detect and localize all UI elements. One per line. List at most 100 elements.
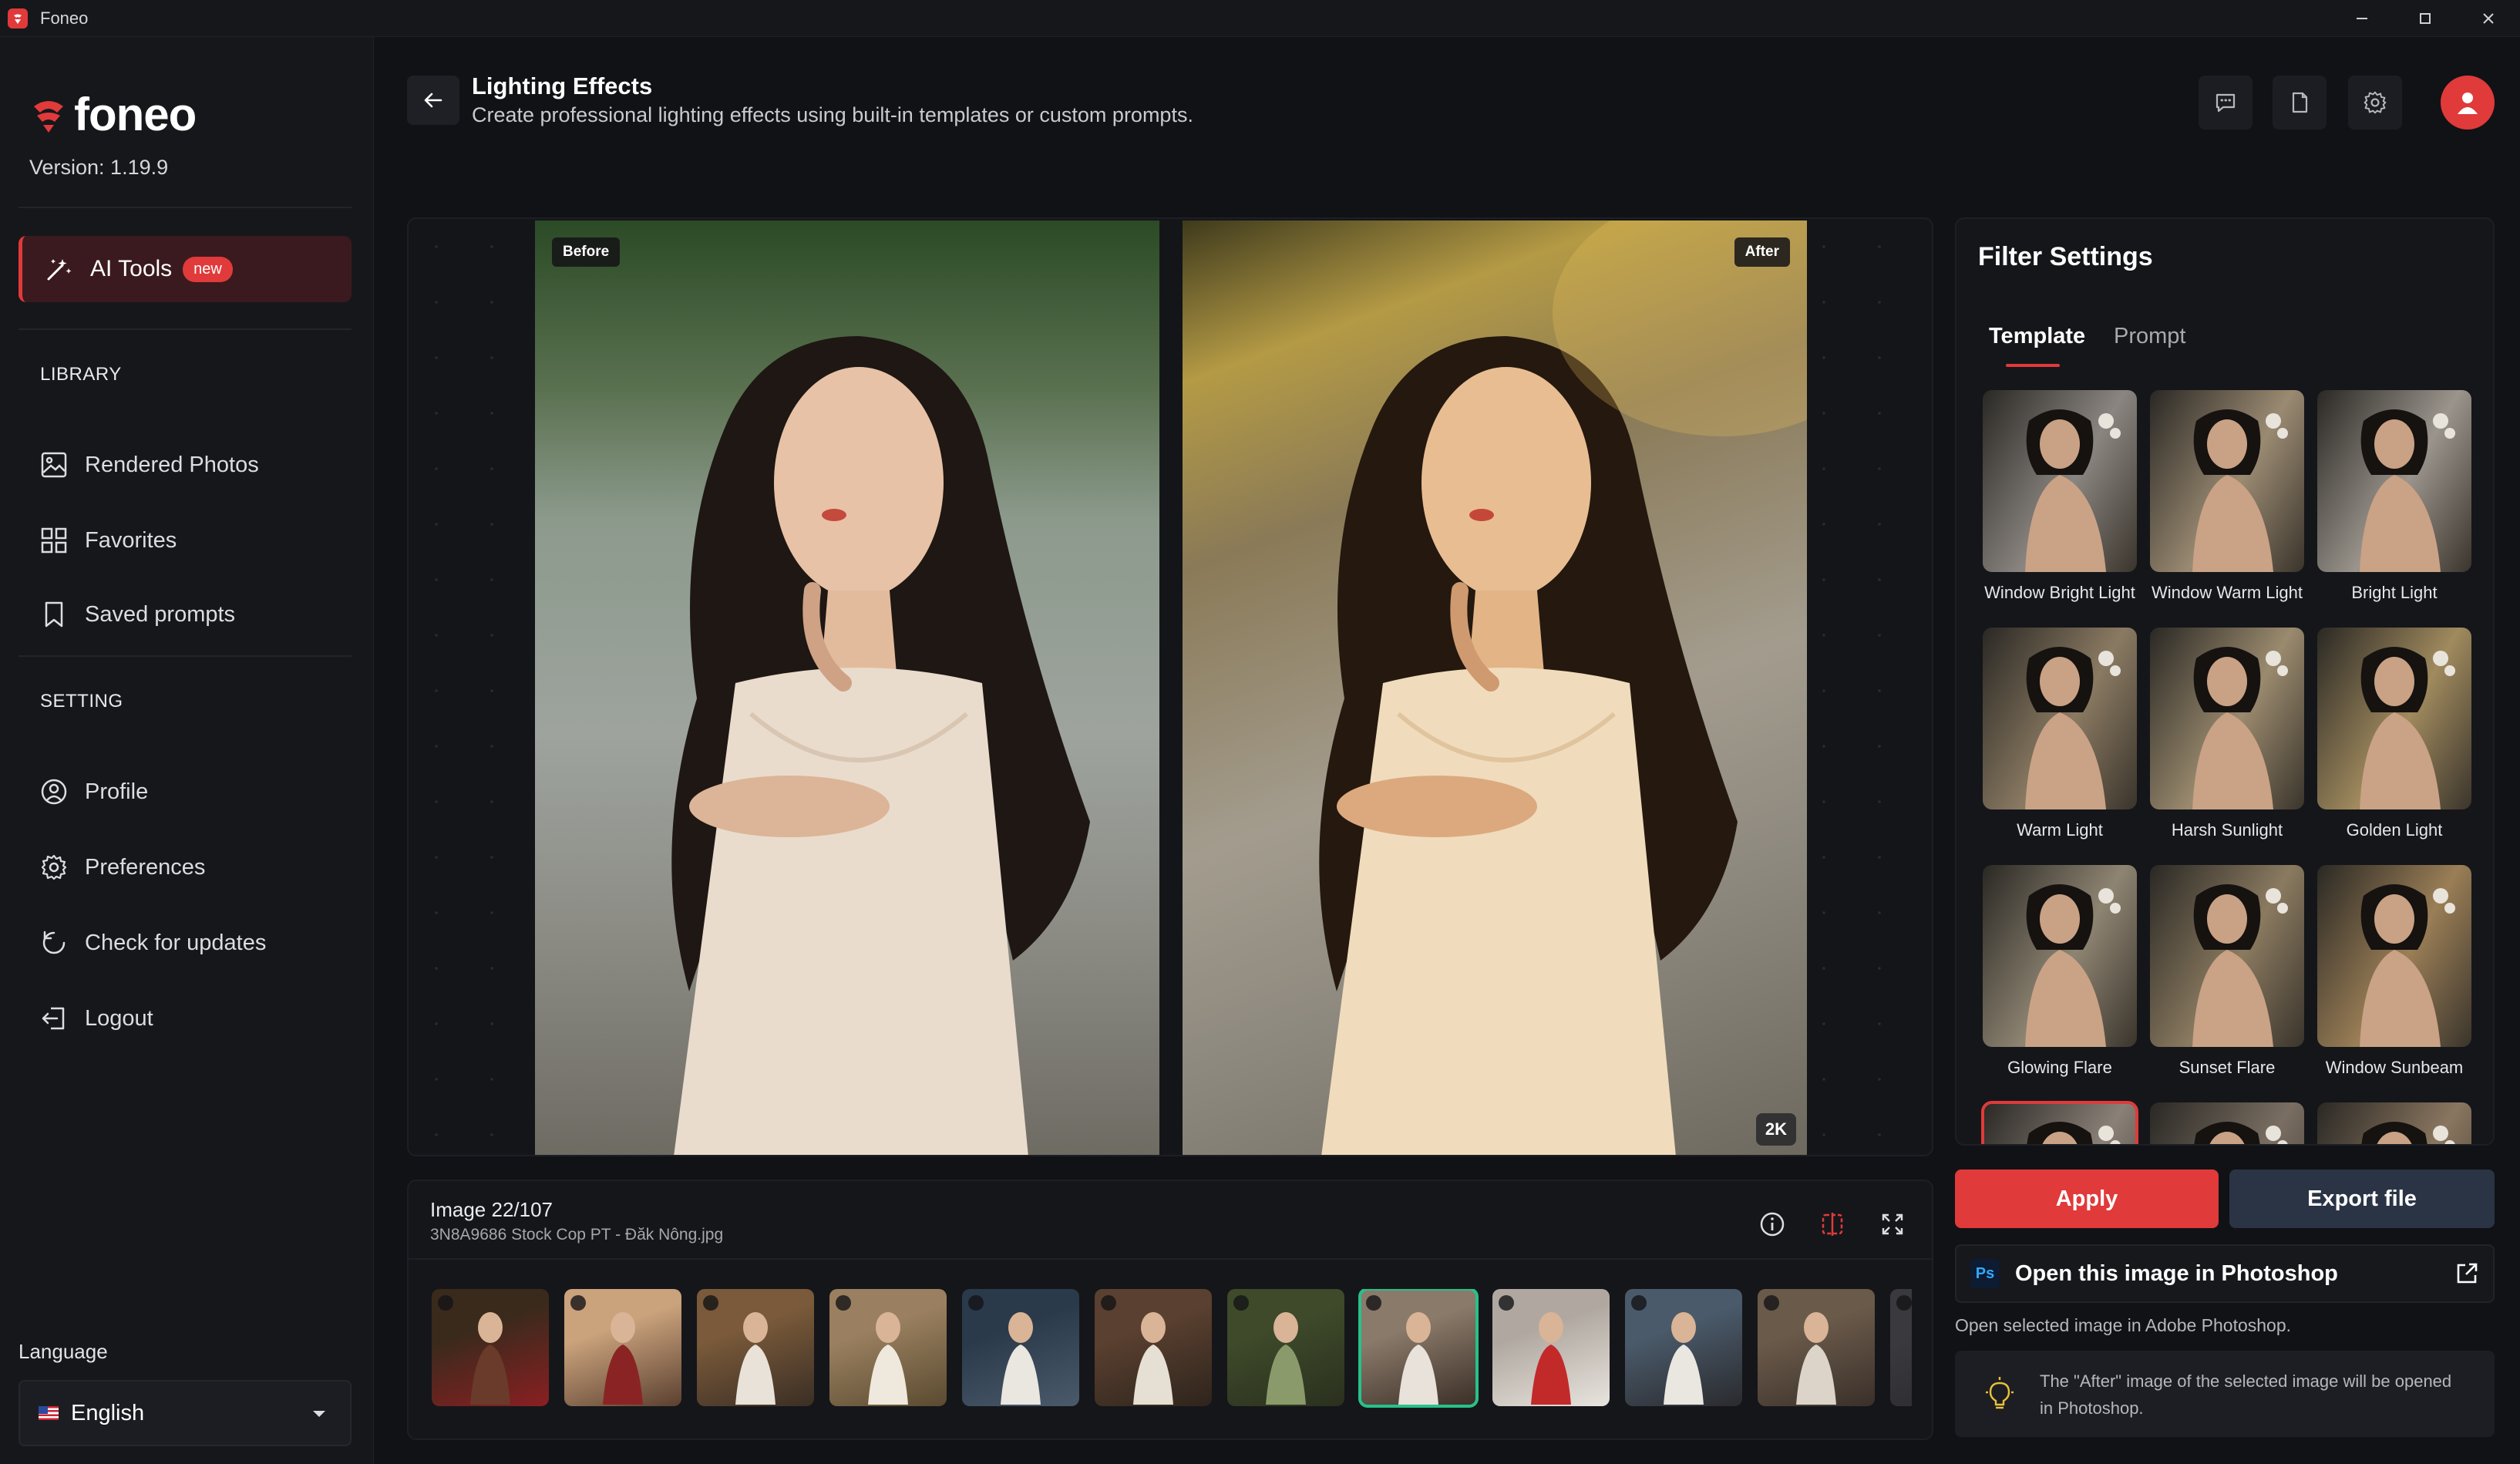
- sidebar-item-preferences[interactable]: Preferences: [40, 848, 205, 887]
- template-figure: [2025, 884, 2121, 1047]
- template-card[interactable]: Window Bright Light: [1983, 390, 2137, 603]
- edit-icon[interactable]: [1896, 1295, 1912, 1311]
- filmstrip-thumbnail[interactable]: [1227, 1289, 1344, 1406]
- split-view-icon: [1822, 1213, 1843, 1236]
- chevron-down-icon: [313, 1411, 325, 1417]
- template-card[interactable]: [2317, 1102, 2471, 1144]
- portrait-figure: [671, 336, 1090, 1155]
- template-card[interactable]: Window Warm Light: [2150, 390, 2304, 603]
- template-thumbnail: [2150, 628, 2304, 809]
- maximize-button[interactable]: [2394, 0, 2457, 37]
- title-bar: Foneo: [0, 0, 2520, 37]
- filmstrip-thumbnail[interactable]: [1625, 1289, 1742, 1406]
- edit-icon[interactable]: [836, 1295, 851, 1311]
- filmstrip-thumbnail[interactable]: [564, 1289, 681, 1406]
- sidebar-item-logout[interactable]: Logout: [40, 999, 153, 1038]
- edit-icon[interactable]: [1631, 1295, 1647, 1311]
- apply-button[interactable]: Apply: [1955, 1170, 2219, 1228]
- filmstrip[interactable]: [432, 1289, 1912, 1409]
- page-subtitle: Create professional lighting effects usi…: [472, 103, 1193, 126]
- document-button[interactable]: [2273, 76, 2327, 130]
- template-thumbnail: [1983, 865, 2137, 1047]
- fullscreen-button[interactable]: [1870, 1203, 1915, 1246]
- filmstrip-thumbnail[interactable]: [962, 1289, 1079, 1406]
- filmstrip-thumbnail[interactable]: [1095, 1289, 1212, 1406]
- logo-text: foneo: [74, 89, 197, 140]
- before-image: Before: [535, 220, 1159, 1155]
- filmstrip-thumbnail[interactable]: [1758, 1289, 1875, 1406]
- edit-icon[interactable]: [1101, 1295, 1116, 1311]
- filmstrip-thumbnail[interactable]: [432, 1289, 549, 1406]
- foneo-logo-icon: [34, 100, 63, 133]
- gear-icon: [2364, 91, 2387, 114]
- compare-view[interactable]: Before After 2K: [407, 217, 1933, 1156]
- template-card[interactable]: Harsh Sunlight: [2150, 628, 2304, 840]
- tab-prompt[interactable]: Prompt: [2114, 324, 2185, 349]
- template-card[interactable]: Glowing Flare: [1983, 865, 2137, 1078]
- sidebar-item-rendered-photos[interactable]: Rendered Photos: [40, 446, 259, 484]
- edit-icon[interactable]: [1764, 1295, 1779, 1311]
- sidebar: foneo Version: 1.19.9 AI Tools new LIBRA…: [0, 37, 374, 1464]
- tab-template[interactable]: Template: [1989, 324, 2085, 349]
- template-thumbnail: [2150, 865, 2304, 1047]
- edit-icon[interactable]: [570, 1295, 586, 1311]
- template-card[interactable]: [2150, 1102, 2304, 1144]
- sidebar-item-profile[interactable]: Profile: [40, 772, 148, 811]
- sidebar-item-ai-tools[interactable]: AI Tools new: [19, 236, 352, 302]
- filmstrip-thumbnail[interactable]: [1890, 1289, 1912, 1406]
- feedback-button[interactable]: [2199, 76, 2253, 130]
- refresh-icon: [42, 931, 66, 954]
- library-heading: LIBRARY: [40, 364, 122, 385]
- template-card[interactable]: Bright Light: [2317, 390, 2471, 603]
- settings-button[interactable]: [2348, 76, 2402, 130]
- user-avatar[interactable]: [2441, 76, 2495, 130]
- divider: [19, 328, 352, 330]
- template-card[interactable]: [1981, 1101, 2138, 1144]
- template-name: Bright Light: [2351, 583, 2438, 602]
- edit-icon[interactable]: [1233, 1295, 1249, 1311]
- sidebar-item-check-for-updates[interactable]: Check for updates: [40, 924, 266, 962]
- filmstrip-thumbnail[interactable]: [1492, 1289, 1610, 1406]
- template-card[interactable]: Golden Light: [2317, 628, 2471, 840]
- template-card[interactable]: Window Sunbeam: [2317, 865, 2471, 1078]
- template-figure: [2360, 884, 2455, 1047]
- app-title: Foneo: [40, 8, 89, 28]
- sidebar-item-saved-prompts[interactable]: Saved prompts: [40, 595, 235, 634]
- template-card[interactable]: Warm Light: [1983, 628, 2137, 840]
- document-icon: [2292, 92, 2308, 113]
- filmstrip-thumbnail[interactable]: [1358, 1289, 1479, 1408]
- image-filename: 3N8A9686 Stock Cop PT - Đăk Nông.jpg: [430, 1226, 724, 1244]
- edit-icon[interactable]: [968, 1295, 984, 1311]
- open-in-photoshop-button[interactable]: Ps Open this image in Photoshop: [1955, 1244, 2495, 1303]
- close-window-button[interactable]: [2457, 0, 2520, 37]
- divider: [19, 207, 352, 208]
- template-card[interactable]: Sunset Flare: [2150, 865, 2304, 1078]
- gear-icon: [41, 854, 67, 880]
- ai-tools-label: AI Tools: [90, 256, 173, 281]
- nav-label: Check for updates: [85, 930, 267, 955]
- export-file-button[interactable]: Export file: [2229, 1170, 2495, 1228]
- user-circle-icon: [41, 779, 67, 805]
- template-figure: [2025, 647, 2121, 809]
- template-name: Window Sunbeam: [2325, 1058, 2464, 1077]
- edit-icon[interactable]: [703, 1295, 718, 1311]
- edit-icon[interactable]: [1366, 1295, 1381, 1311]
- filmstrip-thumbnail[interactable]: [697, 1289, 814, 1406]
- template-name: Window Warm Light: [2151, 583, 2303, 602]
- minimize-button[interactable]: [2330, 0, 2394, 37]
- edit-icon[interactable]: [1499, 1295, 1514, 1311]
- filmstrip-thumbnail[interactable]: [829, 1289, 947, 1406]
- edit-icon[interactable]: [438, 1295, 453, 1311]
- template-thumbnail: [1983, 628, 2137, 809]
- info-button[interactable]: [1750, 1203, 1795, 1246]
- after-label: After: [1734, 237, 1790, 267]
- back-button[interactable]: [407, 76, 459, 125]
- us-flag-icon: [39, 1406, 59, 1420]
- template-name: Harsh Sunlight: [2171, 820, 2283, 840]
- before-label: Before: [552, 237, 621, 267]
- sidebar-item-favorites[interactable]: Favorites: [40, 521, 177, 560]
- language-select[interactable]: English: [19, 1380, 352, 1446]
- template-name: Glowing Flare: [2007, 1058, 2112, 1077]
- lightbulb-icon: [1986, 1377, 2014, 1409]
- compare-toggle-button[interactable]: [1810, 1203, 1855, 1246]
